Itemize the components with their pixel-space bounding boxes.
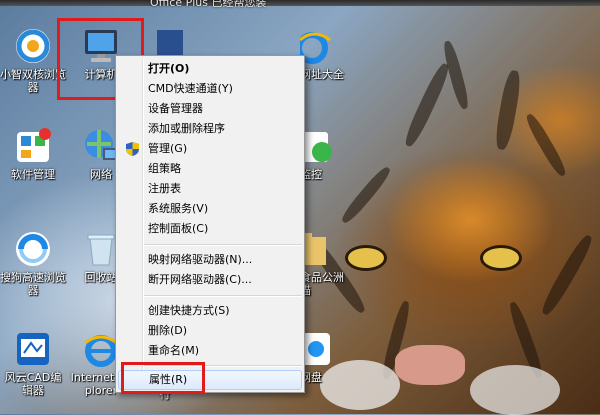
menu-item-rename[interactable]: 重命名(M) bbox=[118, 341, 302, 361]
menu-item-registry[interactable]: 注册表 bbox=[118, 179, 302, 199]
top-label: Office Plus 已经帮您装 bbox=[150, 0, 267, 9]
menu-item-group-policy[interactable]: 组策略 bbox=[118, 159, 302, 179]
menu-separator-2 bbox=[144, 295, 302, 297]
menu-item-open[interactable]: 打开(O) bbox=[118, 59, 302, 79]
desktop-icon-software-manager[interactable]: 软件管理 bbox=[0, 122, 66, 181]
desktop-icon-fengyun-cad[interactable]: 风云CAD编辑器 bbox=[0, 325, 66, 397]
menu-item-map-drive[interactable]: 映射网络驱动器(N)... bbox=[118, 250, 302, 270]
software-manager-icon bbox=[13, 126, 53, 166]
top-strip: Office Plus 已经帮您装 bbox=[0, 0, 600, 9]
desktop-icon-sites[interactable]: 网址大全 bbox=[296, 22, 344, 81]
menu-item-manage[interactable]: 管理(G) bbox=[118, 139, 302, 159]
desktop-icon-netdisk[interactable]: 网盘 bbox=[300, 325, 344, 384]
ie-sites-icon bbox=[296, 26, 340, 66]
context-menu: 打开(O) CMD快速通道(Y) 设备管理器 添加或删除程序 管理(G) 组策略… bbox=[115, 55, 305, 393]
menu-item-control-panel[interactable]: 控制面板(C) bbox=[118, 219, 302, 239]
desktop-icon-folder[interactable]: 食品公洲猫 bbox=[300, 225, 344, 297]
menu-item-disconnect-drive[interactable]: 断开网络驱动器(C)... bbox=[118, 270, 302, 290]
menu-item-add-remove[interactable]: 添加或删除程序 bbox=[118, 119, 302, 139]
highlight-properties bbox=[121, 362, 205, 394]
menu-item-cmd[interactable]: CMD快速通道(Y) bbox=[118, 79, 302, 99]
menu-item-services[interactable]: 系统服务(V) bbox=[118, 199, 302, 219]
sogou-browser-icon bbox=[13, 229, 53, 269]
desktop-icon-sogou[interactable]: 搜狗高速浏览器 bbox=[0, 225, 66, 297]
menu-item-create-shortcut[interactable]: 创建快捷方式(S) bbox=[118, 301, 302, 321]
monitor-icon bbox=[300, 126, 340, 166]
menu-item-delete[interactable]: 删除(D) bbox=[118, 321, 302, 341]
folder-icon bbox=[300, 229, 340, 269]
desktop-icon-monitor[interactable]: 监控 bbox=[300, 122, 344, 181]
uac-shield-icon bbox=[126, 142, 139, 156]
xiaozhi-browser-icon bbox=[13, 26, 53, 66]
menu-item-device-manager[interactable]: 设备管理器 bbox=[118, 99, 302, 119]
menu-separator-1 bbox=[144, 244, 302, 246]
fengyun-cad-icon bbox=[13, 329, 53, 369]
netdisk-icon bbox=[300, 329, 340, 369]
